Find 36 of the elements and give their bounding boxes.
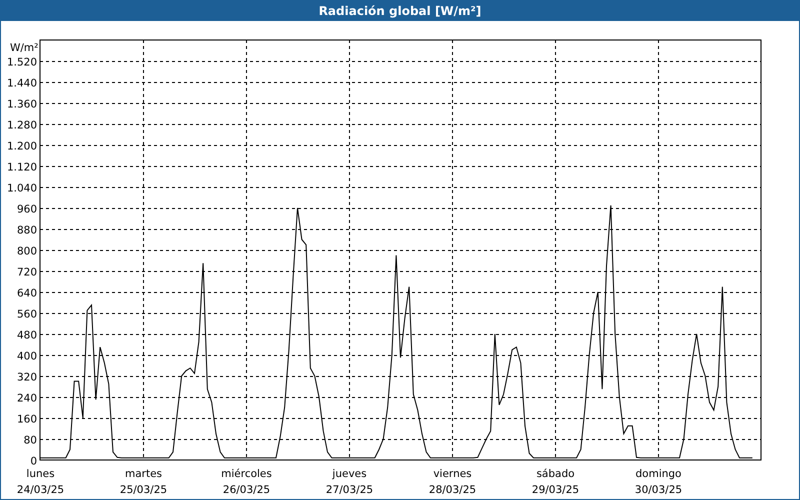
y-tick-label: 160 xyxy=(16,414,37,426)
y-tick-label: 240 xyxy=(16,392,37,404)
y-tick-label: 320 xyxy=(16,372,37,384)
window-title: Radiación global [W/m²] xyxy=(318,4,482,18)
day-label: miércoles xyxy=(221,468,272,480)
y-tick-label: 0 xyxy=(30,456,37,468)
y-tick-label: 1.040 xyxy=(6,182,37,194)
y-tick-label: 1.440 xyxy=(6,78,37,90)
date-label: 26/03/25 xyxy=(222,484,270,496)
y-tick-label: 800 xyxy=(16,246,37,258)
y-tick-label: 640 xyxy=(16,288,37,300)
day-label: lunes xyxy=(26,468,55,480)
y-tick-label: 1.360 xyxy=(6,98,37,110)
date-label: 25/03/25 xyxy=(120,484,168,496)
date-label: 29/03/25 xyxy=(532,484,580,496)
day-label: sábado xyxy=(536,468,575,480)
date-label: 27/03/25 xyxy=(326,484,374,496)
y-tick-label: 1.120 xyxy=(6,162,37,174)
y-tick-label: 400 xyxy=(16,350,37,362)
date-label: 24/03/25 xyxy=(16,484,64,496)
day-label: domingo xyxy=(636,468,682,480)
y-tick-label: 880 xyxy=(16,224,37,236)
y-tick-label: 960 xyxy=(16,204,37,216)
y-tick-label: 720 xyxy=(16,266,37,278)
y-tick-label: 80 xyxy=(24,434,37,446)
y-axis-unit: W/m² xyxy=(10,42,38,54)
date-label: 28/03/25 xyxy=(428,484,476,496)
day-label: viernes xyxy=(433,468,472,480)
day-label: martes xyxy=(124,468,162,480)
y-tick-label: 480 xyxy=(16,330,37,342)
day-label: jueves xyxy=(332,468,367,480)
y-tick-label: 1.520 xyxy=(6,56,37,68)
y-tick-label: 1.280 xyxy=(6,120,37,132)
date-label: 30/03/25 xyxy=(634,484,682,496)
y-tick-label: 560 xyxy=(16,308,37,320)
y-tick-label: 1.200 xyxy=(6,140,37,152)
